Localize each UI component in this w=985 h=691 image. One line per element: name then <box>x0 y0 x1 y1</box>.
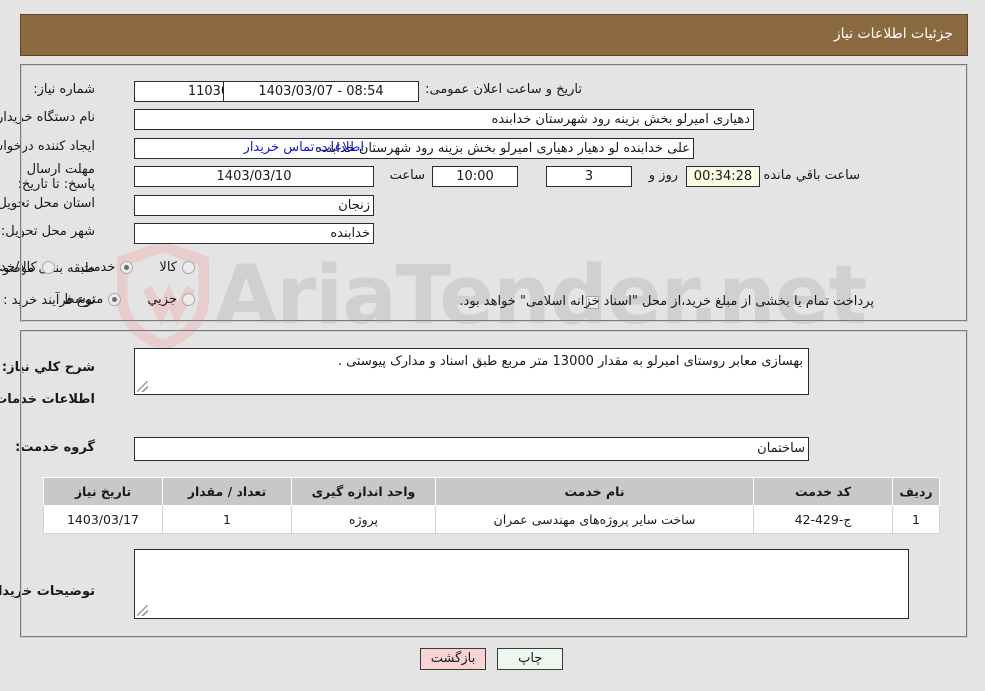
table-row: 1 ج-429-42 ساخت سایر پروژه‌های مهندسی عم… <box>44 505 941 534</box>
col-service-code: کد خدمت <box>754 477 894 506</box>
col-need-date: تاریخ نیاز <box>44 477 164 506</box>
cell-service-name: ساخت سایر پروژه‌های مهندسی عمران <box>436 505 755 534</box>
cell-quantity: 1 <box>163 505 293 534</box>
cell-unit: پروژه <box>292 505 437 534</box>
page-header-bar: جزئیات اطلاعات نیاز <box>21 14 969 56</box>
need-info-panel <box>21 64 969 322</box>
footer-button-bar: بازگشت چاپ <box>0 648 985 670</box>
page-title: جزئیات اطلاعات نیاز <box>834 26 954 42</box>
col-row-no: ردیف <box>893 477 941 506</box>
col-service-name: نام خدمت <box>436 477 755 506</box>
table-header-row: ردیف کد خدمت نام خدمت واحد اندازه گیری ت… <box>44 477 941 506</box>
col-quantity: تعداد / مقدار <box>163 477 293 506</box>
col-unit: واحد اندازه گیری <box>292 477 437 506</box>
cell-need-date: 1403/03/17 <box>44 505 164 534</box>
print-button[interactable]: چاپ <box>498 648 565 670</box>
cell-row-no: 1 <box>893 505 941 534</box>
services-table: ردیف کد خدمت نام خدمت واحد اندازه گیری ت… <box>44 477 941 534</box>
cell-service-code: ج-429-42 <box>754 505 894 534</box>
back-button[interactable]: بازگشت <box>420 648 488 670</box>
